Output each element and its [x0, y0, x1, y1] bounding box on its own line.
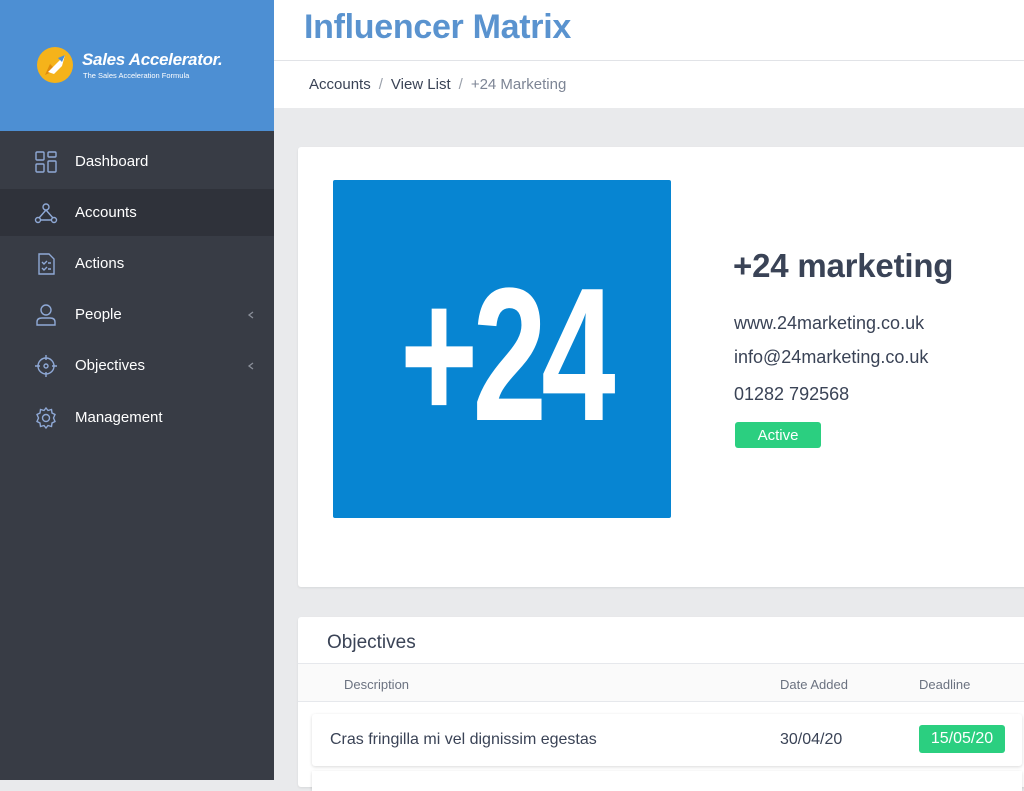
accounts-icon [34, 202, 58, 223]
gear-icon [36, 406, 56, 429]
rocket-logo-icon [37, 47, 73, 83]
breadcrumb-separator: / [378, 76, 383, 93]
dashboard-icon [35, 150, 57, 173]
account-profile-card: +24 +24 marketing www.24marketing.co.uk … [298, 147, 1024, 587]
account-phone: 01282 792568 [734, 384, 850, 404]
objectives-table-header: Description Date Added Deadline [298, 663, 1024, 702]
sidebar-item-accounts[interactable]: Accounts [0, 189, 274, 236]
sidebar-item-management[interactable]: Management [0, 394, 274, 441]
breadcrumb-item-current: +24 Marketing [470, 76, 567, 93]
sidebar-item-label: People [75, 306, 122, 323]
sidebar-item-dashboard[interactable]: Dashboard [0, 138, 274, 185]
sidebar-item-people[interactable]: People [0, 291, 274, 338]
brand-tagline: The Sales Acceleration Formula [83, 71, 190, 80]
page-title: Influencer Matrix [304, 8, 571, 46]
account-logo-text: +24 [400, 249, 615, 461]
objectives-card: Objectives Description Date Added Deadli… [298, 617, 1024, 791]
target-icon [35, 354, 57, 377]
checklist-icon [38, 252, 55, 275]
breadcrumb: Accounts / View List / +24 Marketing [309, 76, 566, 93]
sidebar-item-label: Management [75, 409, 163, 426]
top-bar: Influencer Matrix [274, 0, 1024, 61]
account-website-link[interactable]: www.24marketing.co.uk [734, 313, 924, 334]
brand-name: Sales Accelerator. [82, 50, 223, 69]
objective-deadline-badge: 15/05/20 [919, 725, 1005, 753]
table-row[interactable] [312, 771, 1022, 791]
sidebar-item-label: Dashboard [75, 153, 149, 170]
objective-date-added: 30/04/20 [780, 731, 843, 748]
table-row[interactable]: Cras fringilla mi vel dignissim egestas … [312, 714, 1022, 766]
status-badge: Active [735, 422, 821, 448]
objective-description: Cras fringilla mi vel dignissim egestas [330, 731, 597, 748]
brand-header[interactable]: Sales Accelerator. The Sales Acceleratio… [0, 0, 274, 131]
account-name: +24 marketing [733, 247, 954, 284]
breadcrumb-item-accounts[interactable]: Accounts [309, 76, 371, 93]
sidebar-item-label: Accounts [75, 204, 137, 221]
account-logo: +24 [333, 180, 671, 518]
account-email-link[interactable]: info@24marketing.co.uk [734, 347, 928, 368]
person-icon [36, 303, 56, 326]
breadcrumb-item-view-list[interactable]: View List [391, 76, 451, 93]
sidebar: Sales Accelerator. The Sales Acceleratio… [0, 0, 274, 780]
chevron-left-icon [247, 361, 254, 370]
breadcrumb-separator: / [458, 76, 463, 93]
objectives-title: Objectives [327, 632, 416, 653]
breadcrumb-bar: Accounts / View List / +24 Marketing [274, 61, 1024, 108]
column-header-deadline[interactable]: Deadline [919, 677, 970, 692]
column-header-description[interactable]: Description [344, 677, 409, 692]
account-logo-graphic: +24 [400, 249, 623, 461]
column-header-date-added[interactable]: Date Added [780, 677, 848, 692]
chevron-left-icon [247, 310, 254, 319]
sidebar-item-objectives[interactable]: Objectives [0, 342, 274, 389]
sidebar-item-label: Actions [75, 255, 125, 272]
sidebar-item-actions[interactable]: Actions [0, 240, 274, 287]
sidebar-item-label: Objectives [75, 357, 146, 374]
